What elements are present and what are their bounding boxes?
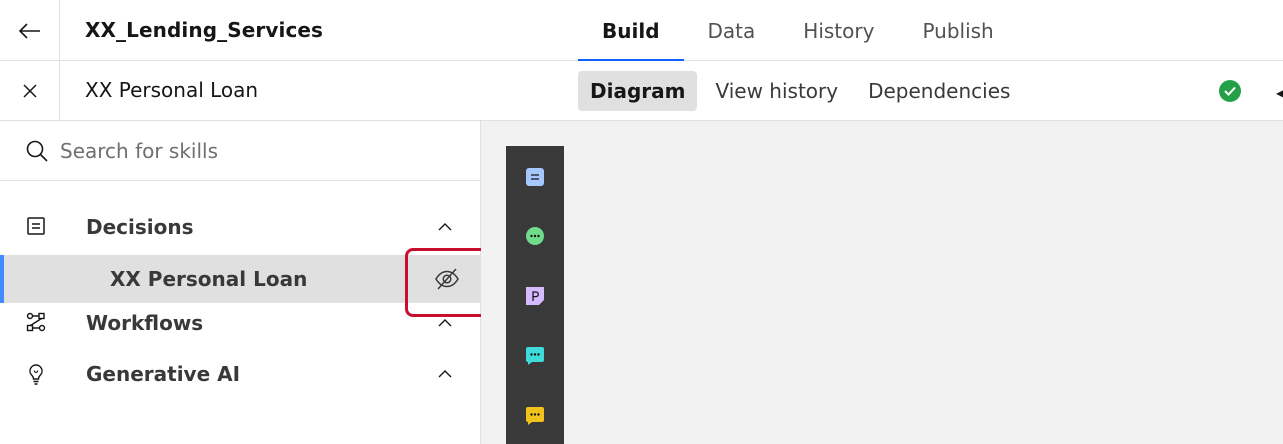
tab-build[interactable]: Build — [578, 0, 684, 62]
input-node-icon[interactable] — [525, 406, 545, 426]
tab-history[interactable]: History — [779, 0, 898, 61]
prediction-node-icon[interactable] — [525, 286, 545, 306]
overflow-arrow-icon[interactable]: ◂ — [1276, 83, 1283, 102]
external-node-icon[interactable] — [525, 346, 545, 366]
top-header: XX_Lending_Services Build Data History P… — [0, 0, 1283, 62]
section-generative-ai[interactable]: Generative AI — [0, 352, 480, 396]
search-bar — [0, 121, 480, 181]
arrow-left-icon — [18, 22, 40, 39]
chevron-up-icon[interactable] — [437, 366, 453, 382]
chevron-up-icon[interactable] — [437, 219, 453, 235]
chevron-up-icon[interactable] — [437, 315, 453, 331]
section-label: Decisions — [86, 215, 194, 239]
skills-sidebar: Decisions XX Personal Loan Workflows — [0, 121, 489, 444]
search-input[interactable] — [60, 133, 460, 169]
section-label: Generative AI — [86, 362, 241, 386]
section-label: Workflows — [86, 311, 204, 335]
tab-data[interactable]: Data — [684, 0, 780, 61]
view-tabs: Diagram View history Dependencies — [578, 71, 1022, 111]
generative-ai-icon — [29, 364, 43, 385]
decision-title: XX Personal Loan — [85, 78, 259, 102]
section-workflows[interactable]: Workflows — [0, 301, 480, 345]
diagram-canvas[interactable] — [481, 121, 1283, 444]
decision-icon — [27, 217, 45, 235]
main-tabs: Build Data History Publish — [578, 0, 1018, 62]
close-button[interactable] — [0, 61, 60, 120]
close-icon — [22, 83, 37, 98]
sub-header: XX Personal Loan Diagram View history De… — [0, 61, 1283, 121]
checkmark-filled-icon — [1219, 80, 1241, 102]
tab-view-history[interactable]: View history — [703, 71, 850, 111]
decision-node-icon[interactable] — [525, 167, 545, 187]
back-button[interactable] — [0, 0, 60, 61]
tab-diagram[interactable]: Diagram — [578, 71, 698, 111]
section-decisions[interactable]: Decisions — [0, 205, 480, 249]
node-palette — [506, 146, 564, 444]
tab-publish[interactable]: Publish — [898, 0, 1017, 61]
sidebar-item-label: XX Personal Loan — [110, 267, 308, 291]
project-title: XX_Lending_Services — [85, 18, 324, 42]
tab-dependencies[interactable]: Dependencies — [856, 71, 1022, 111]
workflow-icon — [26, 312, 46, 332]
function-node-icon[interactable] — [525, 226, 545, 246]
search-icon — [26, 140, 48, 162]
